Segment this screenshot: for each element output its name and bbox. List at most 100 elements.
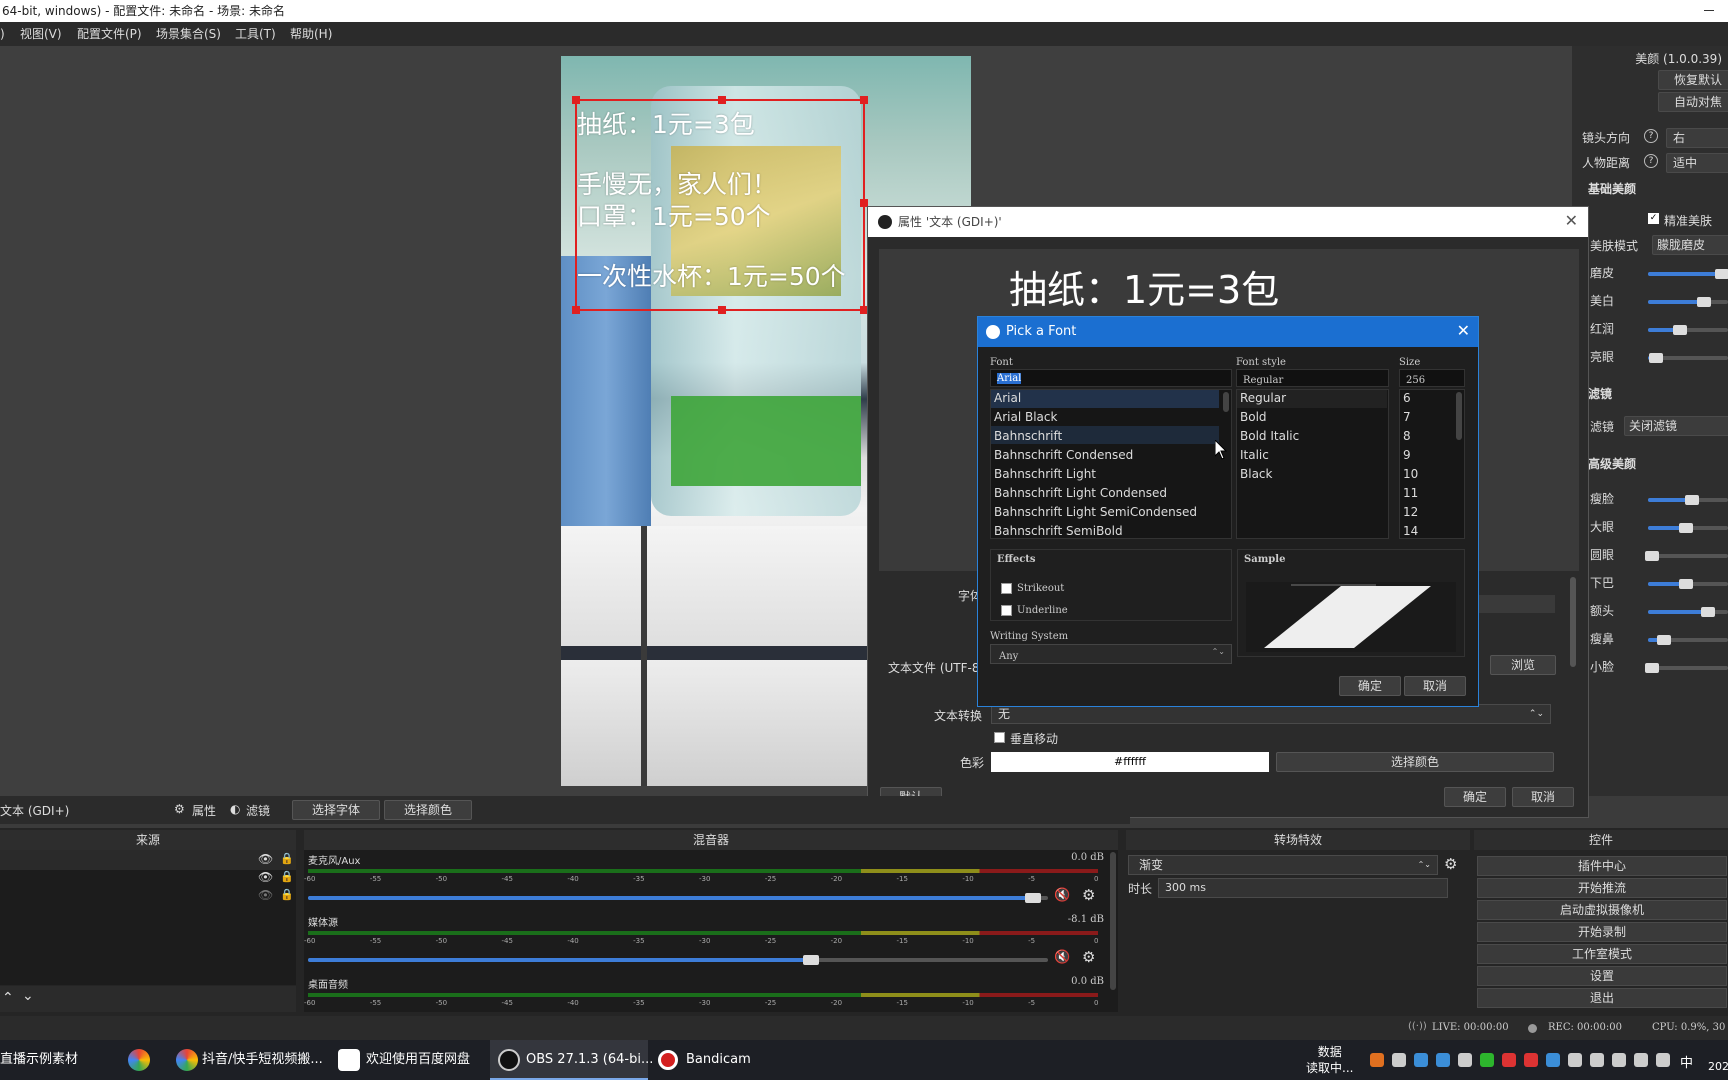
eye-hidden-icon[interactable]: 👁 [258,888,273,902]
slider-knob[interactable] [1714,269,1728,279]
close-icon[interactable]: ✕ [1565,211,1578,230]
cancel-button[interactable]: 取消 [1404,676,1466,696]
gear-icon[interactable]: ⚙ [1444,855,1457,873]
size-list-item[interactable]: 14 [1403,524,1418,538]
distance-select[interactable]: 适中 [1666,153,1728,173]
control-button[interactable]: 开始推流 [1477,878,1727,898]
resize-handle[interactable] [860,96,868,104]
ok-button[interactable]: 确定 [1339,676,1401,696]
writing-system-select[interactable]: Any ⌃⌄ [990,644,1232,664]
chevron-up-icon[interactable]: ⌃ [2,990,14,1006]
style-input[interactable]: Regular [1236,369,1389,387]
font-list-item[interactable]: Bahnschrift Condensed [994,448,1133,462]
style-list-item[interactable]: Black [1240,467,1272,481]
sources-list[interactable]: 👁 🔒 👁 🔒 👁 🔒 [0,850,296,985]
gear-icon[interactable]: ⚙ [174,802,185,816]
wechat-icon[interactable] [1480,1053,1494,1067]
beauty-slider[interactable] [1648,607,1728,617]
lock-icon[interactable]: 🔒 [280,852,294,865]
font-list-item[interactable]: Bahnschrift SemiBold [994,524,1123,538]
resize-handle[interactable] [718,306,726,314]
shield-icon[interactable] [1414,1053,1428,1067]
slider-knob[interactable] [1679,579,1694,589]
sync-icon[interactable] [1546,1053,1560,1067]
minimize-icon[interactable] [1704,10,1714,11]
control-button[interactable]: 退出 [1477,988,1727,1008]
mic-icon[interactable] [1590,1053,1604,1067]
help-icon[interactable]: ? [1644,129,1658,143]
scrollbar[interactable] [1223,392,1229,412]
ok-button[interactable]: 确定 [1444,787,1506,807]
auto-focus-button[interactable]: 自动对焦 [1658,92,1728,112]
eye-icon[interactable]: 👁 [258,852,273,866]
size-list-item[interactable]: 10 [1403,467,1418,481]
beauty-slider[interactable] [1645,551,1728,561]
help-icon[interactable]: ? [1644,154,1658,168]
ime-indicator[interactable]: 中 [1680,1052,1693,1071]
beauty-slider[interactable] [1648,269,1728,279]
mute-icon[interactable]: 🔇 [1054,888,1070,903]
volume-fader[interactable] [308,955,1048,965]
transform-select[interactable]: 无 ⌃⌄ [991,704,1551,724]
size-list-item[interactable]: 7 [1403,410,1411,424]
beauty-slider[interactable] [1645,663,1728,673]
control-button[interactable]: 开始录制 [1477,922,1727,942]
underline-checkbox[interactable] [1001,605,1012,616]
menu-view[interactable]: 视图(V) [20,22,62,46]
style-list-item[interactable]: Bold Italic [1240,429,1299,443]
network-icon[interactable] [1458,1053,1472,1067]
transition-select[interactable]: 渐变 ⌃⌄ [1128,855,1438,875]
scrollbar[interactable] [1456,392,1462,440]
control-button[interactable]: 设置 [1477,966,1727,986]
style-list[interactable]: Regular Bold Bold Italic Italic Black [1236,389,1389,539]
fader-knob[interactable] [802,955,819,965]
slider-knob[interactable] [1645,551,1659,561]
menu-scene-collection[interactable]: 场景集合(S) [156,22,221,46]
chevron-down-icon[interactable]: ⌄ [22,988,34,1004]
close-icon[interactable]: ✕ [1457,321,1470,340]
selection-box[interactable] [572,96,868,314]
font-input[interactable]: Arial [990,369,1232,387]
slider-knob[interactable] [1697,297,1711,307]
font-list[interactable]: Arial Arial Black Bahnschrift Bahnschrift C… [990,389,1232,539]
slider-knob[interactable] [1685,495,1699,505]
size-list-item[interactable]: 8 [1403,429,1411,443]
beauty-slider[interactable] [1648,325,1728,335]
beauty-slider[interactable] [1648,523,1728,533]
display-icon[interactable] [1612,1053,1626,1067]
lock-icon[interactable]: 🔒 [280,870,294,883]
restore-default-button[interactable]: 恢复默认 [1658,70,1728,90]
font-list-item[interactable]: Bahnschrift Light SemiCondensed [994,505,1197,519]
volume-icon[interactable] [1568,1053,1582,1067]
resize-handle[interactable] [572,96,580,104]
pick-color-button[interactable]: 选择颜色 [1276,752,1554,772]
slider-knob[interactable] [1657,635,1671,645]
strikeout-checkbox[interactable] [1001,583,1012,594]
mute-icon[interactable]: 🔇 [1054,950,1070,965]
fader-knob[interactable] [1024,893,1041,903]
app-icon[interactable] [1392,1053,1406,1067]
ime-icon[interactable] [1370,1053,1384,1067]
style-list-item[interactable]: Italic [1240,448,1269,462]
network-status-icon[interactable] [1634,1053,1648,1067]
properties-button[interactable]: 属性 [192,802,216,819]
lens-direction-select[interactable]: 右 [1666,128,1728,148]
gear-icon[interactable]: ⚙ [1082,886,1095,904]
skin-mode-select[interactable]: 朦胧磨皮 [1652,235,1728,255]
menu-tools[interactable]: 工具(T) [235,22,276,46]
size-list[interactable]: 6 7 8 9 10 11 12 14 [1399,389,1465,539]
cancel-button[interactable]: 取消 [1512,787,1574,807]
size-input[interactable]: 256 [1399,369,1465,387]
select-color-button[interactable]: 选择颜色 [384,800,472,820]
scrollbar[interactable] [1570,577,1576,667]
menu-profile[interactable]: 配置文件(P) [77,22,142,46]
duration-input[interactable]: 300 ms [1158,878,1448,898]
eye-icon[interactable]: 👁 [258,870,273,884]
control-button[interactable]: 工作室模式 [1477,944,1727,964]
beauty-slider[interactable] [1648,579,1728,589]
precise-checkbox[interactable]: ✓ [1648,213,1659,224]
size-list-item[interactable]: 9 [1403,448,1411,462]
lock-icon[interactable]: 🔒 [280,888,294,901]
style-list-item[interactable]: Bold [1240,410,1267,424]
antivirus-icon[interactable] [1502,1053,1516,1067]
